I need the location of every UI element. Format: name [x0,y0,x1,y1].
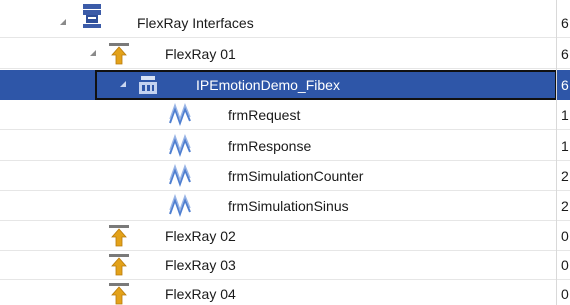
tree-row-ipemotiondemo-fibex[interactable]: IPEmotionDemo_Fibex 6 [0,70,570,100]
tree-row-label: FlexRay 02 [165,228,236,244]
tree-row-flexray-01[interactable]: FlexRay 01 6 [0,39,570,69]
fibex-database-icon [136,73,160,97]
frame-signal-icon [168,163,192,188]
flexray-channel-icon [107,224,131,248]
tree-row-value: 6 [561,46,569,62]
flexray-channel-icon [107,253,131,277]
tree-row-flexray-interfaces[interactable]: FlexRay Interfaces 6 [0,4,570,38]
tree-row-value: 2 [561,198,569,214]
tree-row-flexray-03[interactable]: FlexRay 03 0 [0,250,570,280]
tree-row-label: frmSimulationSinus [228,198,349,214]
tree-row-value: 0 [561,286,569,302]
tree-row-value: 6 [561,15,569,31]
tree-row-value: 0 [561,228,569,244]
flexray-interfaces-icon [80,2,104,28]
tree-row-label: FlexRay 01 [165,46,236,62]
tree-row-label: FlexRay Interfaces [137,15,254,31]
tree-row-label: frmSimulationCounter [228,168,364,184]
expand-toggle[interactable] [120,81,126,87]
tree-row-value: 0 [561,257,569,273]
flexray-tree-view: FlexRay Interfaces 6 FlexRay 01 6 IPEmot… [0,0,570,305]
tree-row-value: 1 [561,138,569,154]
tree-row-label: frmResponse [228,138,312,154]
tree-row-flexray-02[interactable]: FlexRay 02 0 [0,221,570,251]
frame-signal-icon [168,102,192,127]
expand-toggle[interactable] [90,50,96,56]
column-separator[interactable] [556,0,557,305]
tree-row-frmrequest[interactable]: frmRequest 1 [0,100,570,130]
frame-signal-icon [168,193,192,218]
tree-row-frmsimulationsinus[interactable]: frmSimulationSinus 2 [0,191,570,221]
tree-row-label: FlexRay 03 [165,257,236,273]
expand-toggle[interactable] [60,19,66,25]
tree-row-frmresponse[interactable]: frmResponse 1 [0,131,570,161]
tree-row-value: 1 [561,107,569,123]
tree-row-value: 6 [561,77,569,93]
frame-signal-icon [168,133,192,158]
tree-row-flexray-04[interactable]: FlexRay 04 0 [0,279,570,305]
flexray-channel-icon [107,282,131,305]
tree-row-label: frmRequest [228,107,301,123]
tree-row-label: FlexRay 04 [165,286,236,302]
tree-row-value: 2 [561,168,569,184]
tree-row-label: IPEmotionDemo_Fibex [196,77,340,93]
tree-row-frmsimulationcounter[interactable]: frmSimulationCounter 2 [0,161,570,191]
flexray-channel-icon [107,42,131,66]
